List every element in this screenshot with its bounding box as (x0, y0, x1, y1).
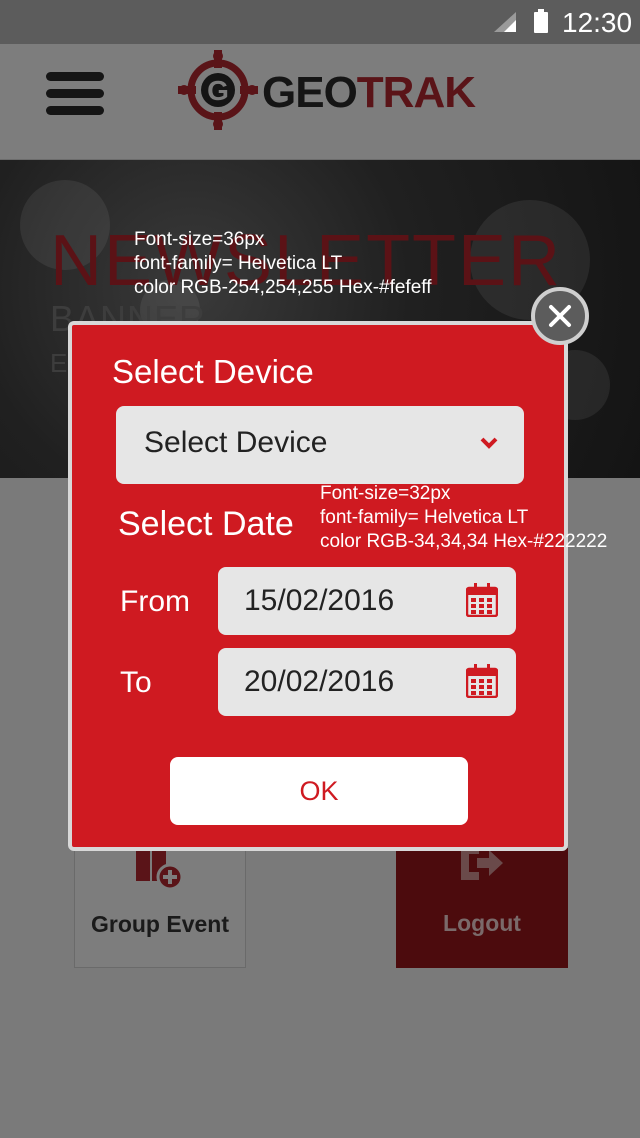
from-label: From (120, 585, 190, 618)
calendar-icon[interactable] (466, 664, 498, 698)
calendar-icon[interactable] (466, 583, 498, 617)
select-device-dialog: Select Device Select Device Select Date … (68, 321, 568, 851)
from-date-field[interactable]: 15/02/2016 (218, 567, 516, 635)
status-bar: 12:30 (0, 0, 640, 44)
device-dropdown[interactable]: Select Device (116, 406, 524, 484)
crosshair-icon: G (178, 50, 258, 130)
to-date-value: 20/02/2016 (244, 665, 395, 698)
signal-icon (494, 12, 516, 32)
group-event-label: Group Event (90, 911, 229, 937)
device-dropdown-value: Select Device (144, 426, 328, 459)
select-date-heading: Select Date (118, 505, 294, 543)
battery-icon (534, 9, 548, 33)
logout-icon (461, 846, 503, 880)
to-date-field[interactable]: 20/02/2016 (218, 648, 516, 716)
status-time: 12:30 (562, 7, 633, 38)
close-button[interactable] (531, 287, 589, 345)
style-annotation: Font-size=36px font-family= Helvetica LT… (134, 229, 432, 298)
logout-tile[interactable]: Logout (396, 846, 568, 968)
select-device-heading: Select Device (112, 353, 314, 390)
close-icon (549, 305, 571, 327)
svg-text:G: G (207, 75, 229, 106)
to-label: To (120, 666, 152, 699)
menu-icon[interactable] (46, 72, 106, 116)
logout-label: Logout (443, 910, 521, 936)
ok-button[interactable]: OK (170, 757, 468, 825)
chevron-down-icon (480, 437, 498, 449)
logo-text: GEOTRAK (262, 68, 476, 117)
style-annotation: Font-size=32px font-family= Helvetica LT… (320, 483, 608, 552)
from-date-value: 15/02/2016 (244, 584, 395, 617)
geotrak-logo: G GEOTRAK (178, 50, 478, 130)
group-event-tile[interactable]: Group Event (74, 848, 246, 968)
app-header: G GEOTRAK (0, 44, 640, 160)
